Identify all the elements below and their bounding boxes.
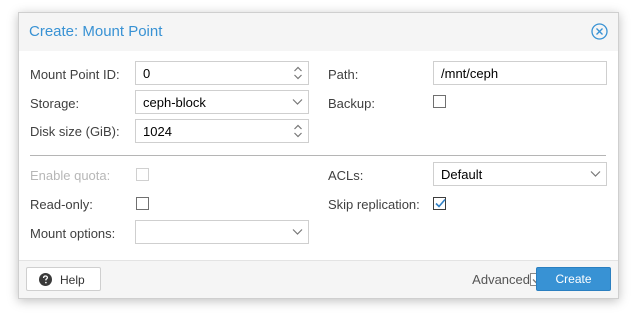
chevron-down-icon[interactable] [590,170,601,178]
path-input[interactable]: /mnt/ceph [433,61,607,85]
disk-size-value: 1024 [143,124,172,139]
mount-point-id-input[interactable]: 0 [135,61,309,85]
mount-options-label: Mount options: [30,226,116,241]
dialog-title: Create: Mount Point [29,23,163,40]
help-button[interactable]: Help [26,267,101,291]
close-icon[interactable] [591,23,608,40]
enable-quota-checkbox[interactable] [136,168,149,181]
dialog-footer: Help Advanced Create [19,260,618,298]
spinner-arrows-icon[interactable] [293,123,303,139]
chevron-down-icon[interactable] [292,228,303,236]
storage-value: ceph-block [143,95,206,110]
mount-point-dialog: Create: Mount Point Mount Point ID: 0 St… [18,12,619,299]
read-only-label: Read-only: [30,197,93,212]
disk-size-label: Disk size (GiB): [30,124,120,139]
acls-value: Default [441,167,483,182]
advanced-label: Advanced [472,272,530,287]
acls-select[interactable]: Default [433,162,607,186]
spinner-arrows-icon[interactable] [293,65,303,81]
dialog-header: Create: Mount Point [19,13,618,51]
storage-select[interactable]: ceph-block [135,90,309,114]
backup-checkbox[interactable] [433,95,446,108]
create-button[interactable]: Create [536,267,611,291]
question-circle-icon [39,273,52,286]
storage-label: Storage: [30,96,80,111]
section-divider [30,155,606,156]
skip-replication-checkbox[interactable] [433,197,446,210]
chevron-down-icon[interactable] [292,98,303,106]
path-label: Path: [328,67,359,82]
mount-options-select[interactable] [135,220,309,244]
acls-label: ACLs: [328,168,364,183]
disk-size-input[interactable]: 1024 [135,119,309,143]
mount-point-id-value: 0 [143,66,151,81]
enable-quota-label: Enable quota: [30,168,111,183]
mount-point-id-label: Mount Point ID: [30,67,120,82]
checkmark-icon [435,198,446,208]
skip-replication-label: Skip replication: [328,197,420,212]
read-only-checkbox[interactable] [136,197,149,210]
backup-label: Backup: [328,96,375,111]
path-value: /mnt/ceph [441,66,499,81]
help-label: Help [60,273,85,287]
